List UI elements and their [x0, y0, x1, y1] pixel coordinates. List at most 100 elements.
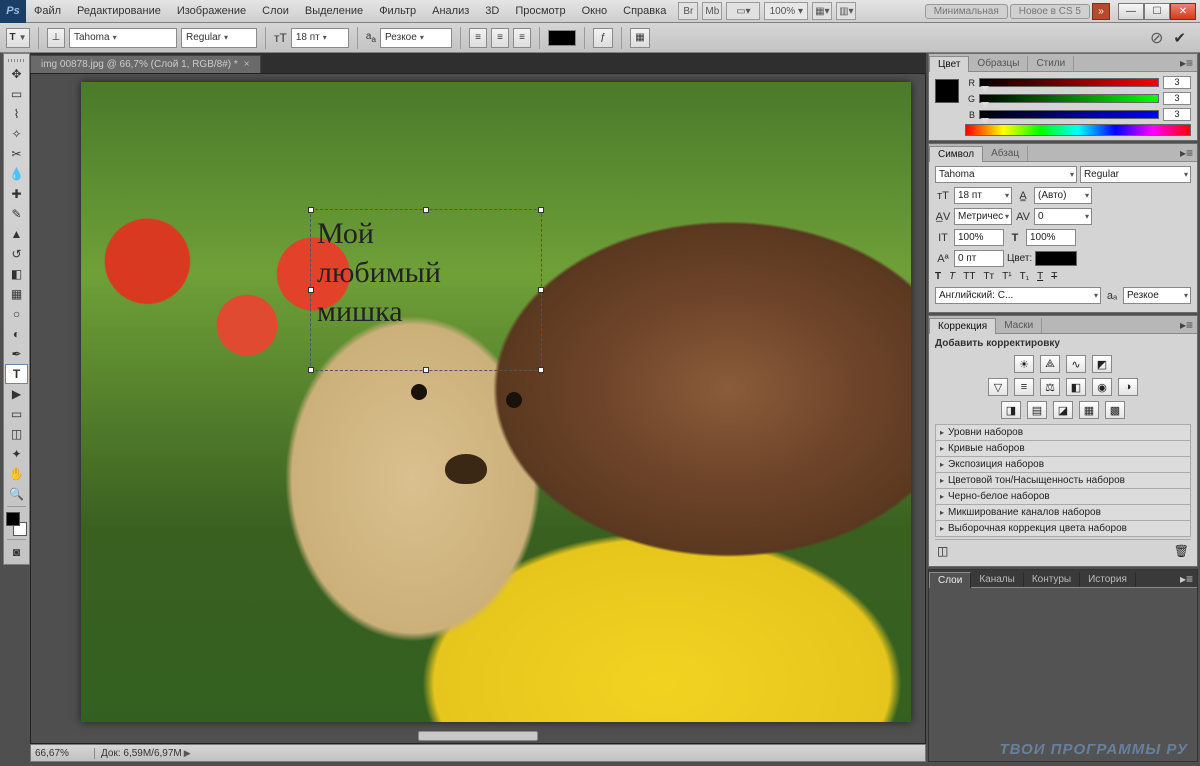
faux-bold-icon[interactable]: T: [935, 271, 941, 282]
curves-icon[interactable]: ∿: [1066, 355, 1086, 373]
char-size-dropdown[interactable]: 18 пт▾: [954, 187, 1012, 204]
gradient-tool-icon[interactable]: ▦: [5, 284, 28, 304]
menu-filter[interactable]: Фильтр: [371, 5, 424, 17]
char-tracking-dropdown[interactable]: 0▾: [1034, 208, 1092, 225]
tab-masks[interactable]: Маски: [996, 318, 1042, 333]
color-spectrum[interactable]: [965, 124, 1191, 136]
allcaps-icon[interactable]: TT: [963, 271, 975, 282]
color-swatch[interactable]: [935, 79, 959, 103]
invert-icon[interactable]: ◨: [1001, 401, 1021, 419]
text-bounding-box[interactable]: Мой любимый мишка: [311, 210, 541, 370]
char-aa-dropdown[interactable]: Резкое▾: [1123, 287, 1191, 304]
history-brush-tool-icon[interactable]: ↺: [5, 244, 28, 264]
subscript-icon[interactable]: T₁: [1020, 271, 1029, 282]
document-canvas[interactable]: Мой любимый мишка: [81, 82, 911, 722]
gradient-map-icon[interactable]: ▦: [1079, 401, 1099, 419]
tool-preset-icon[interactable]: T▼: [6, 28, 30, 48]
color-balance-icon[interactable]: ⚖: [1040, 378, 1060, 396]
crop-tool-icon[interactable]: ✂: [5, 144, 28, 164]
foreground-background-swatch[interactable]: [5, 511, 28, 537]
levels-icon[interactable]: ⟁: [1040, 355, 1060, 373]
resize-handle[interactable]: [423, 367, 429, 373]
char-language-dropdown[interactable]: Английский: С...▾: [935, 287, 1101, 304]
preset-row[interactable]: ▸Экспозиция наборов: [935, 456, 1191, 473]
brush-tool-icon[interactable]: ✎: [5, 204, 28, 224]
text-color-swatch[interactable]: [548, 30, 576, 46]
strike-icon[interactable]: T: [1051, 271, 1057, 282]
zoom-level[interactable]: 100% ▾: [764, 2, 808, 20]
text-layer-content[interactable]: Мой любимый мишка: [311, 210, 541, 335]
arrange-docs-icon[interactable]: ▦▾: [812, 2, 832, 20]
zoom-tool-icon[interactable]: 🔍: [5, 484, 28, 504]
tab-character[interactable]: Символ: [929, 146, 983, 162]
type-tool-icon[interactable]: T: [5, 364, 28, 384]
shape-tool-icon[interactable]: ▭: [5, 404, 28, 424]
tab-paragraph[interactable]: Абзац: [983, 146, 1028, 161]
preset-row[interactable]: ▸Цветовой тон/Насыщенность наборов: [935, 472, 1191, 489]
tab-layers[interactable]: Слои: [929, 572, 971, 588]
tab-paths[interactable]: Контуры: [1024, 572, 1080, 587]
resize-handle[interactable]: [308, 287, 314, 293]
status-doc-size[interactable]: Док: 6,59M/6,97M▶: [95, 748, 197, 759]
commit-icon[interactable]: ✔: [1173, 29, 1186, 47]
menu-select[interactable]: Выделение: [297, 5, 371, 17]
tab-color[interactable]: Цвет: [929, 56, 969, 72]
smallcaps-icon[interactable]: Tᴛ: [983, 271, 994, 282]
char-kerning-dropdown[interactable]: Метричес▾: [954, 208, 1012, 225]
tab-styles[interactable]: Стили: [1028, 56, 1074, 71]
tab-adjustments[interactable]: Коррекция: [929, 318, 996, 334]
window-minimize-button[interactable]: —: [1118, 3, 1144, 20]
font-style-dropdown[interactable]: Regular▾: [181, 28, 257, 48]
threshold-icon[interactable]: ◪: [1053, 401, 1073, 419]
menu-layers[interactable]: Слои: [254, 5, 297, 17]
menu-view[interactable]: Просмотр: [507, 5, 573, 17]
hand-tool-icon[interactable]: ✋: [5, 464, 28, 484]
resize-handle[interactable]: [538, 367, 544, 373]
resize-handle[interactable]: [308, 367, 314, 373]
heal-tool-icon[interactable]: ✚: [5, 184, 28, 204]
b-value[interactable]: 3: [1163, 108, 1191, 121]
menu-analysis[interactable]: Анализ: [424, 5, 477, 17]
lasso-tool-icon[interactable]: ⌇: [5, 104, 28, 124]
panel-menu-icon[interactable]: ▸≡: [1176, 572, 1197, 586]
warp-text-icon[interactable]: ƒ: [593, 28, 613, 48]
toggle-panels-icon[interactable]: ▦: [630, 28, 650, 48]
marquee-tool-icon[interactable]: ▭: [5, 84, 28, 104]
bw-icon[interactable]: ◧: [1066, 378, 1086, 396]
panel-menu-icon[interactable]: ▸≡: [1176, 318, 1197, 332]
blur-tool-icon[interactable]: ○: [5, 304, 28, 324]
status-zoom[interactable]: 66,67%: [31, 748, 95, 759]
superscript-icon[interactable]: T¹: [1002, 271, 1011, 282]
preset-row[interactable]: ▸Микширование каналов наборов: [935, 504, 1191, 521]
panel-menu-icon[interactable]: ▸≡: [1176, 146, 1197, 160]
menu-window[interactable]: Окно: [574, 5, 616, 17]
char-style-dropdown[interactable]: Regular▾: [1080, 166, 1191, 183]
char-color-swatch[interactable]: [1035, 251, 1077, 266]
stamp-tool-icon[interactable]: ▲: [5, 224, 28, 244]
cancel-icon[interactable]: ⊘: [1150, 28, 1163, 48]
window-close-button[interactable]: ✕: [1170, 3, 1196, 20]
menu-help[interactable]: Справка: [615, 5, 674, 17]
workspace-cs5[interactable]: Новое в CS 5: [1010, 4, 1090, 19]
preset-row[interactable]: ▸Черно-белое наборов: [935, 488, 1191, 505]
font-family-dropdown[interactable]: Tahoma▾: [69, 28, 177, 48]
resize-handle[interactable]: [308, 207, 314, 213]
resize-handle[interactable]: [423, 207, 429, 213]
tab-channels[interactable]: Каналы: [971, 572, 1024, 587]
exposure-icon[interactable]: ◩: [1092, 355, 1112, 373]
preset-row[interactable]: ▸Уровни наборов: [935, 424, 1191, 441]
vibrance-icon[interactable]: ▽: [988, 378, 1008, 396]
move-tool-icon[interactable]: ✥: [5, 64, 28, 84]
pen-tool-icon[interactable]: ✒: [5, 344, 28, 364]
hue-icon[interactable]: ≡: [1014, 378, 1034, 396]
brightness-icon[interactable]: ☀: [1014, 355, 1034, 373]
r-value[interactable]: 3: [1163, 76, 1191, 89]
font-size-dropdown[interactable]: 18 пт▾: [291, 28, 349, 48]
faux-italic-icon[interactable]: T: [949, 271, 955, 282]
horizontal-scroll-thumb[interactable]: [418, 731, 538, 741]
tab-swatches[interactable]: Образцы: [969, 56, 1028, 71]
b-slider[interactable]: [979, 110, 1159, 119]
text-orientation-icon[interactable]: ⊥: [47, 28, 65, 48]
g-slider[interactable]: [979, 94, 1159, 103]
channel-mixer-icon[interactable]: ◑: [1118, 378, 1138, 396]
